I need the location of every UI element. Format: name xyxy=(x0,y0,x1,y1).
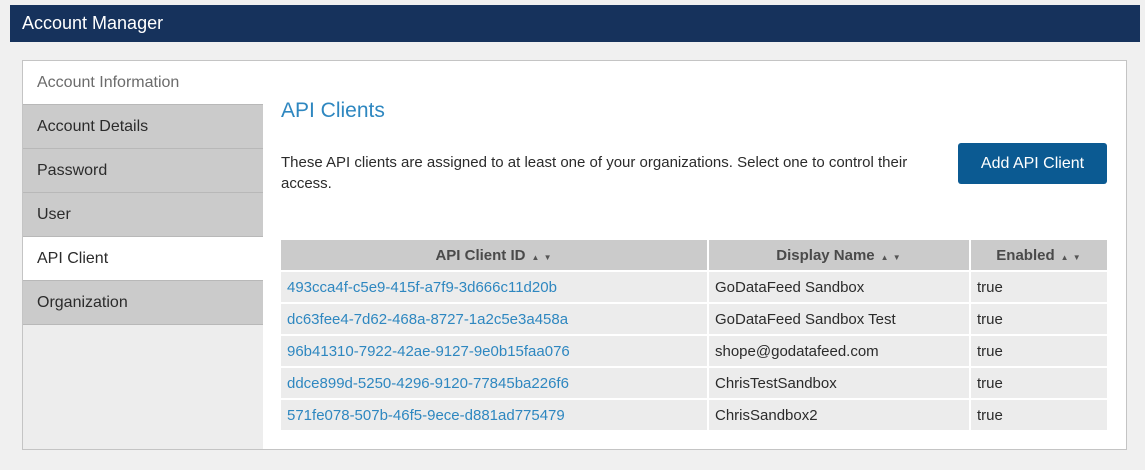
app-header: Account Manager xyxy=(10,5,1140,42)
app-title: Account Manager xyxy=(22,13,164,33)
main-panel: Account Information Account Details Pass… xyxy=(22,60,1127,450)
column-header-label: API Client ID xyxy=(435,246,526,264)
api-client-id-link[interactable]: 571fe078-507b-46f5-9ece-d881ad775479 xyxy=(281,400,709,432)
table-row[interactable]: ddce899d-5250-4296-9120-77845ba226f6 Chr… xyxy=(281,368,1107,400)
sidebar-section-label: Account Information xyxy=(23,61,263,105)
display-name-cell: ChrisTestSandbox xyxy=(709,368,971,400)
table-header-row: API Client ID ▲ ▼ Display Name ▲ ▼ Enabled… xyxy=(281,240,1107,272)
display-name-cell: shope@godatafeed.com xyxy=(709,336,971,368)
sidebar-item-user[interactable]: User xyxy=(23,193,263,237)
column-header-enabled[interactable]: Enabled ▲ ▼ xyxy=(971,240,1107,272)
column-header-display-name[interactable]: Display Name ▲ ▼ xyxy=(709,240,971,272)
column-header-label: Display Name xyxy=(776,246,875,264)
sidebar-item-password[interactable]: Password xyxy=(23,149,263,193)
sort-icon[interactable]: ▲ ▼ xyxy=(881,253,902,262)
table-row[interactable]: 493cca4f-c5e9-415f-a7f9-3d666c11d20b GoD… xyxy=(281,272,1107,304)
display-name-cell: ChrisSandbox2 xyxy=(709,400,971,432)
sort-icon[interactable]: ▲ ▼ xyxy=(531,253,552,262)
column-header-api-client-id[interactable]: API Client ID ▲ ▼ xyxy=(281,240,709,272)
column-header-label: Enabled xyxy=(996,246,1055,264)
display-name-cell: GoDataFeed Sandbox Test xyxy=(709,304,971,336)
sidebar: Account Information Account Details Pass… xyxy=(23,61,263,449)
api-client-id-link[interactable]: 96b41310-7922-42ae-9127-9e0b15faa076 xyxy=(281,336,709,368)
api-client-id-link[interactable]: dc63fee4-7d62-468a-8727-1a2c5e3a458a xyxy=(281,304,709,336)
enabled-cell: true xyxy=(971,368,1107,400)
sort-icon[interactable]: ▲ ▼ xyxy=(1061,253,1082,262)
enabled-cell: true xyxy=(971,304,1107,336)
page-title: API Clients xyxy=(281,99,385,122)
display-name-cell: GoDataFeed Sandbox xyxy=(709,272,971,304)
api-clients-table: API Client ID ▲ ▼ Display Name ▲ ▼ Enabled… xyxy=(281,240,1107,432)
content-area: API Clients These API clients are assign… xyxy=(281,61,1107,449)
sidebar-item-account-details[interactable]: Account Details xyxy=(23,105,263,149)
enabled-cell: true xyxy=(971,336,1107,368)
api-client-id-link[interactable]: 493cca4f-c5e9-415f-a7f9-3d666c11d20b xyxy=(281,272,709,304)
page-description: These API clients are assigned to at lea… xyxy=(281,154,908,192)
table-row[interactable]: 96b41310-7922-42ae-9127-9e0b15faa076 sho… xyxy=(281,336,1107,368)
enabled-cell: true xyxy=(971,272,1107,304)
table-row[interactable]: 571fe078-507b-46f5-9ece-d881ad775479 Chr… xyxy=(281,400,1107,432)
sidebar-item-organization[interactable]: Organization xyxy=(23,281,263,325)
table-row[interactable]: dc63fee4-7d62-468a-8727-1a2c5e3a458a GoD… xyxy=(281,304,1107,336)
sidebar-item-api-client[interactable]: API Client xyxy=(23,237,263,281)
api-client-id-link[interactable]: ddce899d-5250-4296-9120-77845ba226f6 xyxy=(281,368,709,400)
enabled-cell: true xyxy=(971,400,1107,432)
add-api-client-button[interactable]: Add API Client xyxy=(958,143,1107,184)
